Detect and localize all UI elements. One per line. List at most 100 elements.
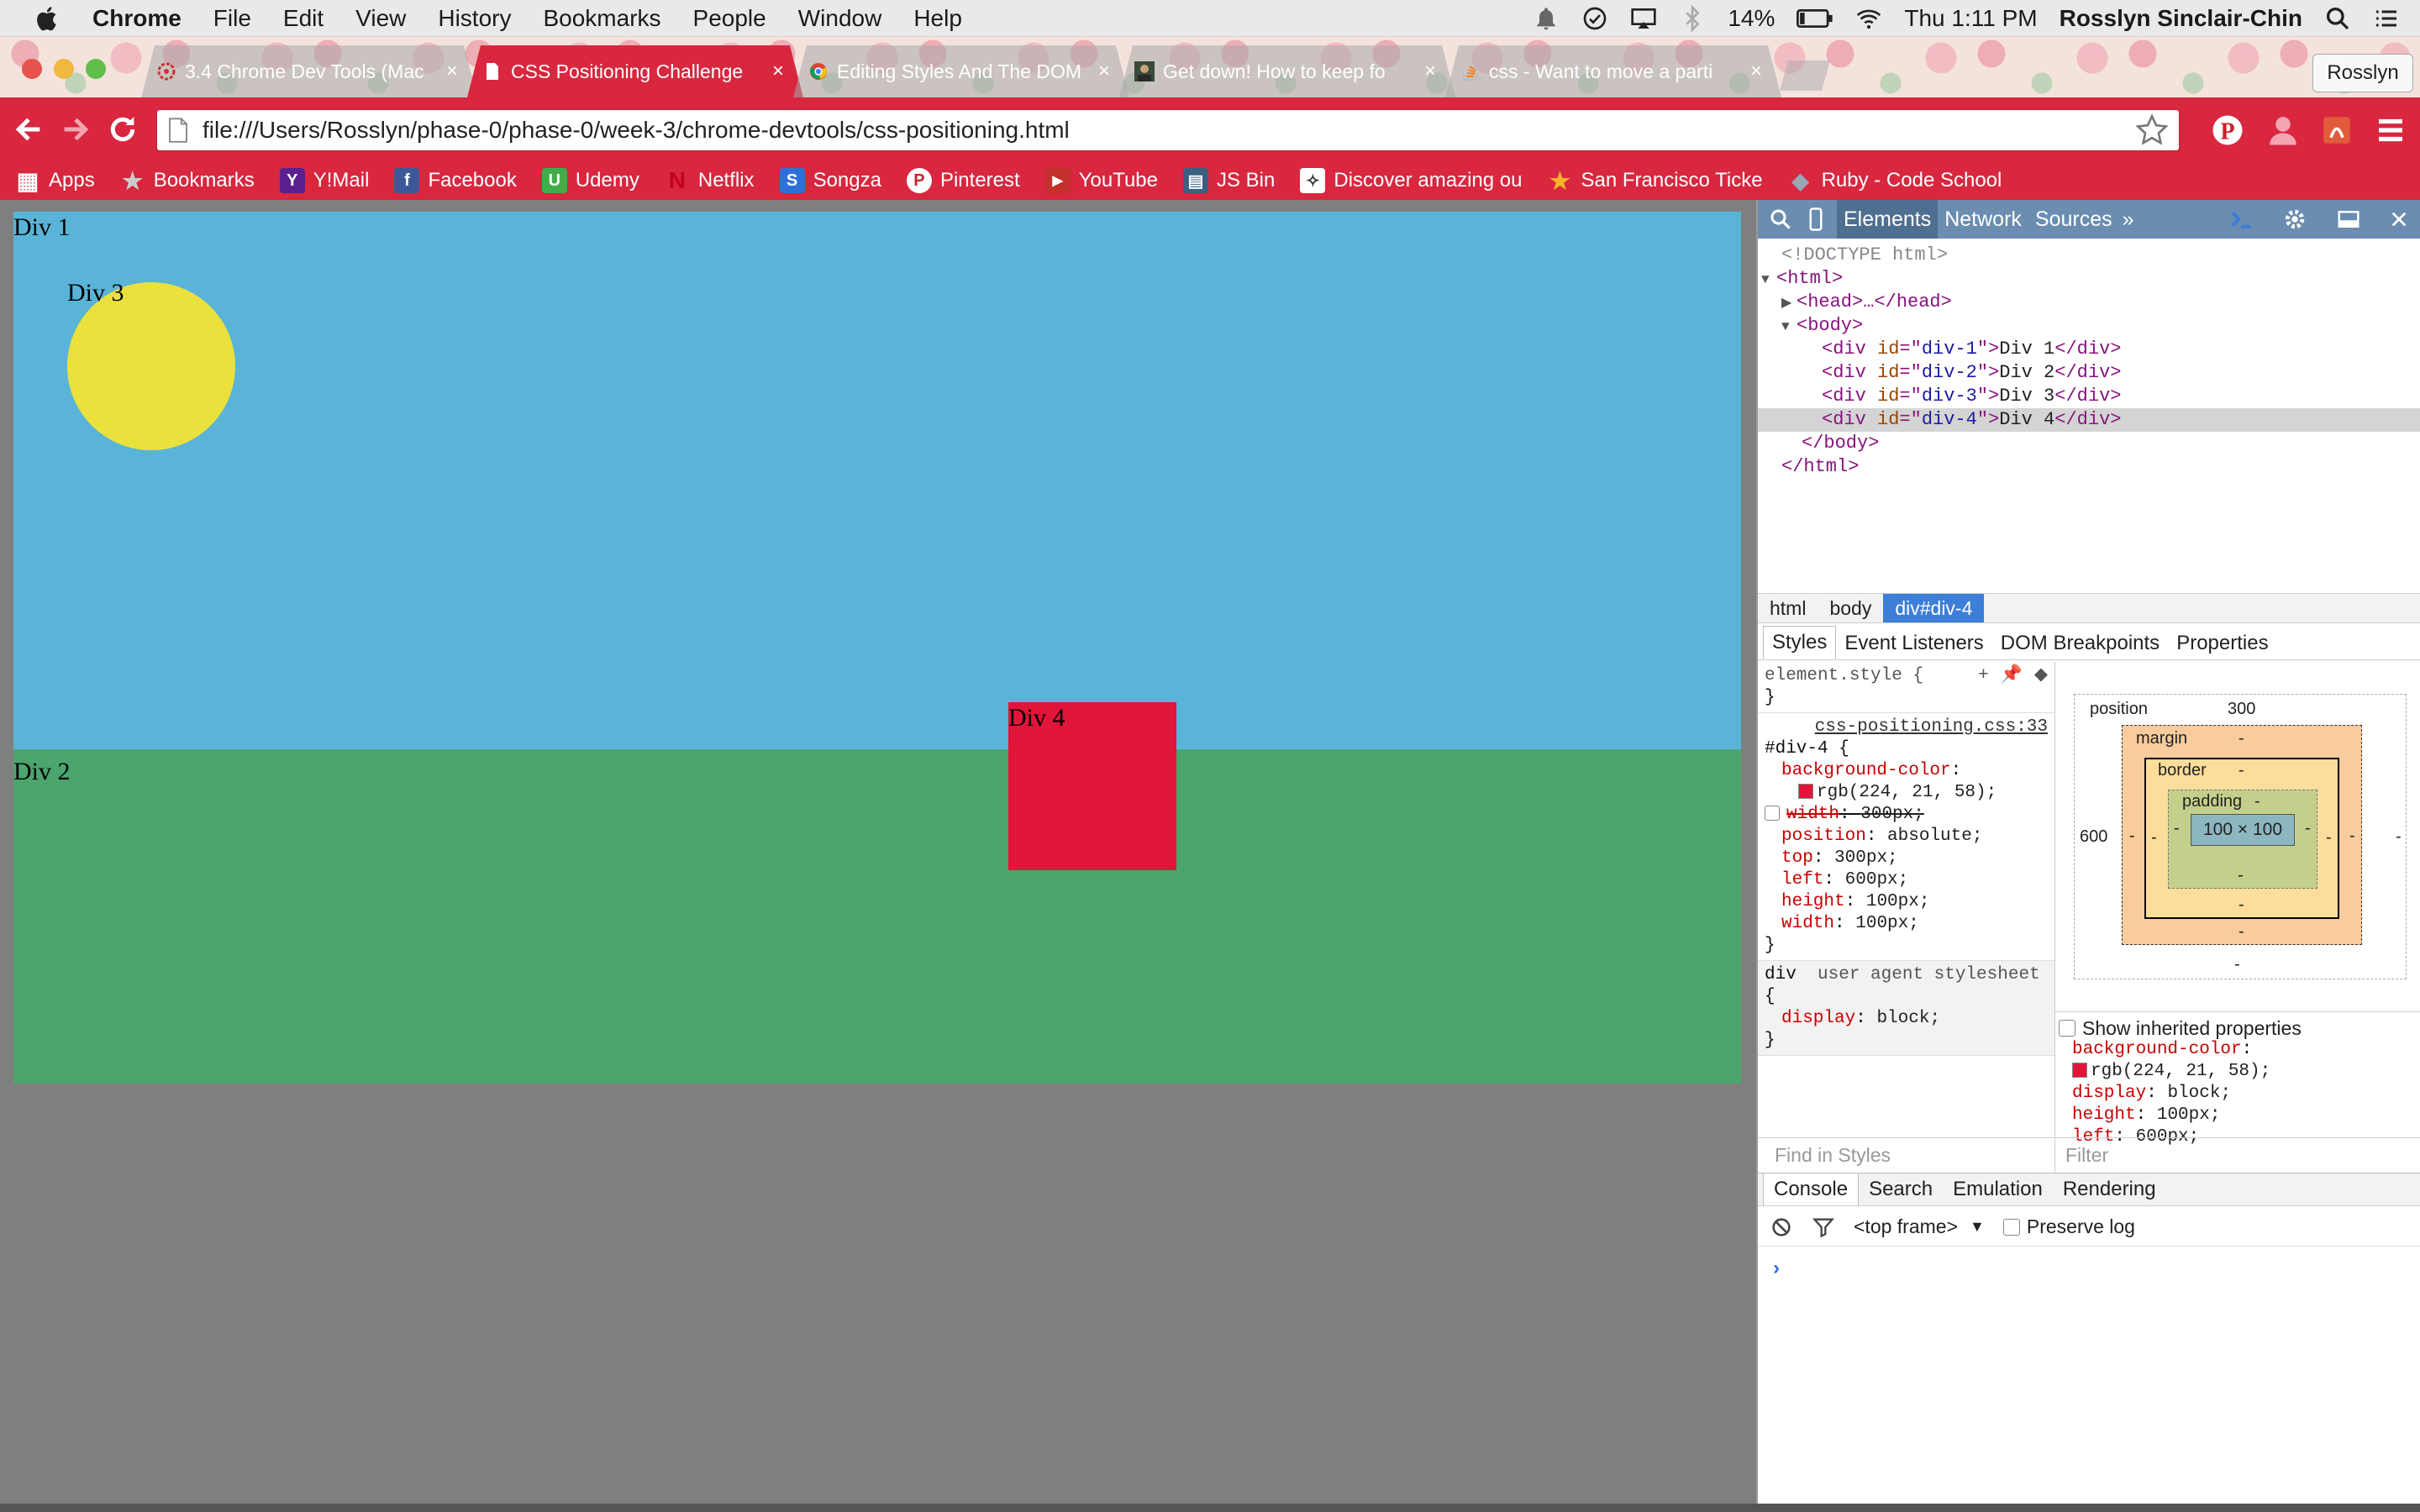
settings-gear-icon[interactable]	[2282, 207, 2307, 232]
tab-get-down[interactable]: Get down! How to keep fo ×	[1119, 45, 1455, 97]
inspect-search-icon[interactable]	[1768, 207, 1793, 232]
padding-bottom-value[interactable]: -	[2238, 866, 2244, 885]
menu-people[interactable]: People	[693, 5, 766, 32]
window-close-button[interactable]	[22, 59, 42, 79]
menu-help[interactable]: Help	[913, 5, 962, 32]
close-devtools-icon[interactable]	[2390, 210, 2408, 228]
margin-bottom-value[interactable]: -	[2238, 922, 2244, 942]
border-left-value[interactable]: -	[2151, 828, 2157, 848]
diamond-icon[interactable]: ◆	[2034, 665, 2048, 687]
user-name[interactable]: Rosslyn Sinclair-Chin	[2060, 5, 2302, 32]
filter-funnel-icon[interactable]	[1812, 1215, 1835, 1239]
box-model-border[interactable]: border - - - - padding - - - - 100 × 100	[2144, 758, 2339, 919]
console-drawer-icon[interactable]	[2228, 207, 2254, 232]
checkmark-circle-icon[interactable]	[1581, 5, 1608, 32]
find-in-styles-input[interactable]: Find in Styles	[1758, 1138, 2055, 1171]
stylesheet-source-link[interactable]: css-positioning.css:33	[1765, 717, 2048, 738]
bookmark-ruby-code-school[interactable]: ◆ Ruby - Code School	[1788, 168, 2002, 193]
position-right-value[interactable]: -	[2396, 827, 2402, 847]
expand-triangle-icon[interactable]: ▼	[1761, 268, 1776, 291]
inherited-checkbox[interactable]	[2059, 1020, 2075, 1037]
margin-left-value[interactable]: -	[2129, 827, 2135, 846]
prop-left[interactable]: left: 600px;	[1765, 869, 2048, 891]
prop-width-overridden[interactable]: width: 300px;	[1765, 804, 2048, 826]
position-top-value[interactable]: 300	[2228, 700, 2255, 719]
border-top-value[interactable]: -	[2238, 761, 2244, 780]
bookmark-netflix[interactable]: N Netflix	[665, 167, 755, 193]
dom-head[interactable]: ▶ <head>…</head>	[1758, 291, 2420, 314]
tab-rendering[interactable]: Rendering	[2053, 1173, 2166, 1205]
breadcrumb-div-4[interactable]: div#div-4	[1883, 594, 1985, 622]
dom-div-4-selected[interactable]: <div id="div-4">Div 4</div>	[1758, 408, 2420, 432]
div-4-rule[interactable]: css-positioning.css:33 #div-4 { backgrou…	[1758, 713, 2054, 961]
bookmark-jsbin[interactable]: ▤ JS Bin	[1183, 168, 1275, 193]
profile-button[interactable]: Rosslyn	[2312, 54, 2413, 92]
bookmark-youtube[interactable]: ▶ YouTube	[1044, 168, 1158, 193]
box-model-content[interactable]: 100 × 100	[2191, 814, 2295, 846]
tab-close-icon[interactable]: ×	[1746, 61, 1766, 81]
dom-html-open[interactable]: ▼ <html>	[1758, 267, 2420, 291]
computed-filter-input[interactable]: Filter	[2055, 1138, 2108, 1171]
devtools-tab-network[interactable]: Network	[1938, 200, 2028, 239]
wifi-icon[interactable]	[1855, 5, 1882, 32]
bookmark-facebook[interactable]: f Facebook	[394, 168, 517, 193]
breadcrumb-html[interactable]: html	[1758, 594, 1818, 622]
tab-close-icon[interactable]: ×	[1420, 61, 1440, 81]
prop-background-color[interactable]: background-color:	[1765, 760, 2048, 782]
position-left-value[interactable]: 600	[2080, 827, 2107, 847]
preserve-log-checkbox[interactable]	[2002, 1218, 2020, 1236]
tab-properties[interactable]: Properties	[2168, 627, 2276, 659]
property-checkbox[interactable]	[1765, 806, 1780, 822]
computed-background-color[interactable]: background-color:	[2072, 1039, 2420, 1061]
person-extension-icon[interactable]	[2265, 113, 2301, 148]
tab-close-icon[interactable]: ×	[1094, 61, 1114, 81]
tab-css-positioning-challenge[interactable]: CSS Positioning Challenge ×	[467, 45, 803, 97]
pdf-extension-icon[interactable]	[2319, 113, 2354, 148]
div-3-circle[interactable]: Div 3	[67, 279, 235, 450]
tab-event-listeners[interactable]: Event Listeners	[1836, 627, 1991, 659]
position-bottom-value[interactable]: -	[2234, 955, 2240, 974]
more-tabs-chevron-icon[interactable]: »	[2123, 207, 2134, 232]
devtools-tab-sources[interactable]: Sources	[2028, 200, 2119, 239]
airplay-icon[interactable]	[1630, 5, 1657, 32]
dom-div-1[interactable]: <div id="div-1">Div 1</div>	[1758, 338, 2420, 361]
computed-height[interactable]: height: 100px;	[2072, 1105, 2420, 1126]
prop-height[interactable]: height: 100px;	[1765, 891, 2048, 913]
box-model-margin[interactable]: margin - - - - border - - - - padding - …	[2122, 725, 2362, 945]
tab-styles[interactable]: Styles	[1763, 626, 1837, 659]
notification-center-icon[interactable]	[2373, 5, 2400, 32]
apple-icon[interactable]	[34, 4, 62, 33]
reload-icon[interactable]	[106, 113, 139, 146]
console-prompt-icon[interactable]: ›	[1773, 1257, 1780, 1280]
bookmark-ymail[interactable]: Y Y!Mail	[279, 168, 369, 193]
border-bottom-value[interactable]: -	[2238, 895, 2244, 915]
window-minimize-button[interactable]	[54, 59, 74, 79]
prop-background-value[interactable]: rgb(224, 21, 58);	[1765, 782, 2048, 804]
window-zoom-button[interactable]	[86, 59, 106, 79]
div-4-box[interactable]: Div 4	[1008, 702, 1176, 870]
tab-close-icon[interactable]: ×	[442, 61, 462, 81]
bookmark-apps[interactable]: ▦ Apps	[15, 168, 95, 194]
div-2-box[interactable]: Div 2	[13, 749, 1741, 1084]
tab-css-move[interactable]: css - Want to move a parti ×	[1445, 45, 1781, 97]
prop-position[interactable]: position: absolute;	[1765, 826, 2048, 848]
padding-top-value[interactable]: -	[2254, 792, 2260, 811]
tab-close-icon[interactable]: ×	[768, 61, 788, 81]
element-style-rule[interactable]: element.style { + 📌 ◆ }	[1758, 662, 2054, 713]
clock[interactable]: Thu 1:11 PM	[1904, 5, 2037, 32]
margin-top-value[interactable]: -	[2238, 729, 2244, 748]
dom-html-close[interactable]: </html>	[1758, 455, 2420, 479]
frame-selector[interactable]: <top frame>	[1854, 1215, 1958, 1238]
dom-body-close[interactable]: </body>	[1758, 432, 2420, 455]
new-tab-button[interactable]	[1780, 60, 1830, 91]
computed-background-value[interactable]: rgb(224, 21, 58);	[2072, 1061, 2420, 1083]
new-rule-plus-icon[interactable]: +	[1978, 665, 1989, 687]
bookmark-pinterest[interactable]: P Pinterest	[906, 168, 1020, 193]
forward-arrow-icon[interactable]	[59, 113, 92, 146]
border-right-value[interactable]: -	[2326, 828, 2332, 848]
device-mode-icon[interactable]	[1803, 207, 1828, 232]
menu-bookmarks[interactable]: Bookmarks	[543, 5, 660, 32]
expand-triangle-icon[interactable]: ▼	[1781, 315, 1797, 339]
devtools-tab-elements[interactable]: Elements	[1837, 200, 1939, 239]
chrome-menu-icon[interactable]	[2373, 113, 2408, 148]
